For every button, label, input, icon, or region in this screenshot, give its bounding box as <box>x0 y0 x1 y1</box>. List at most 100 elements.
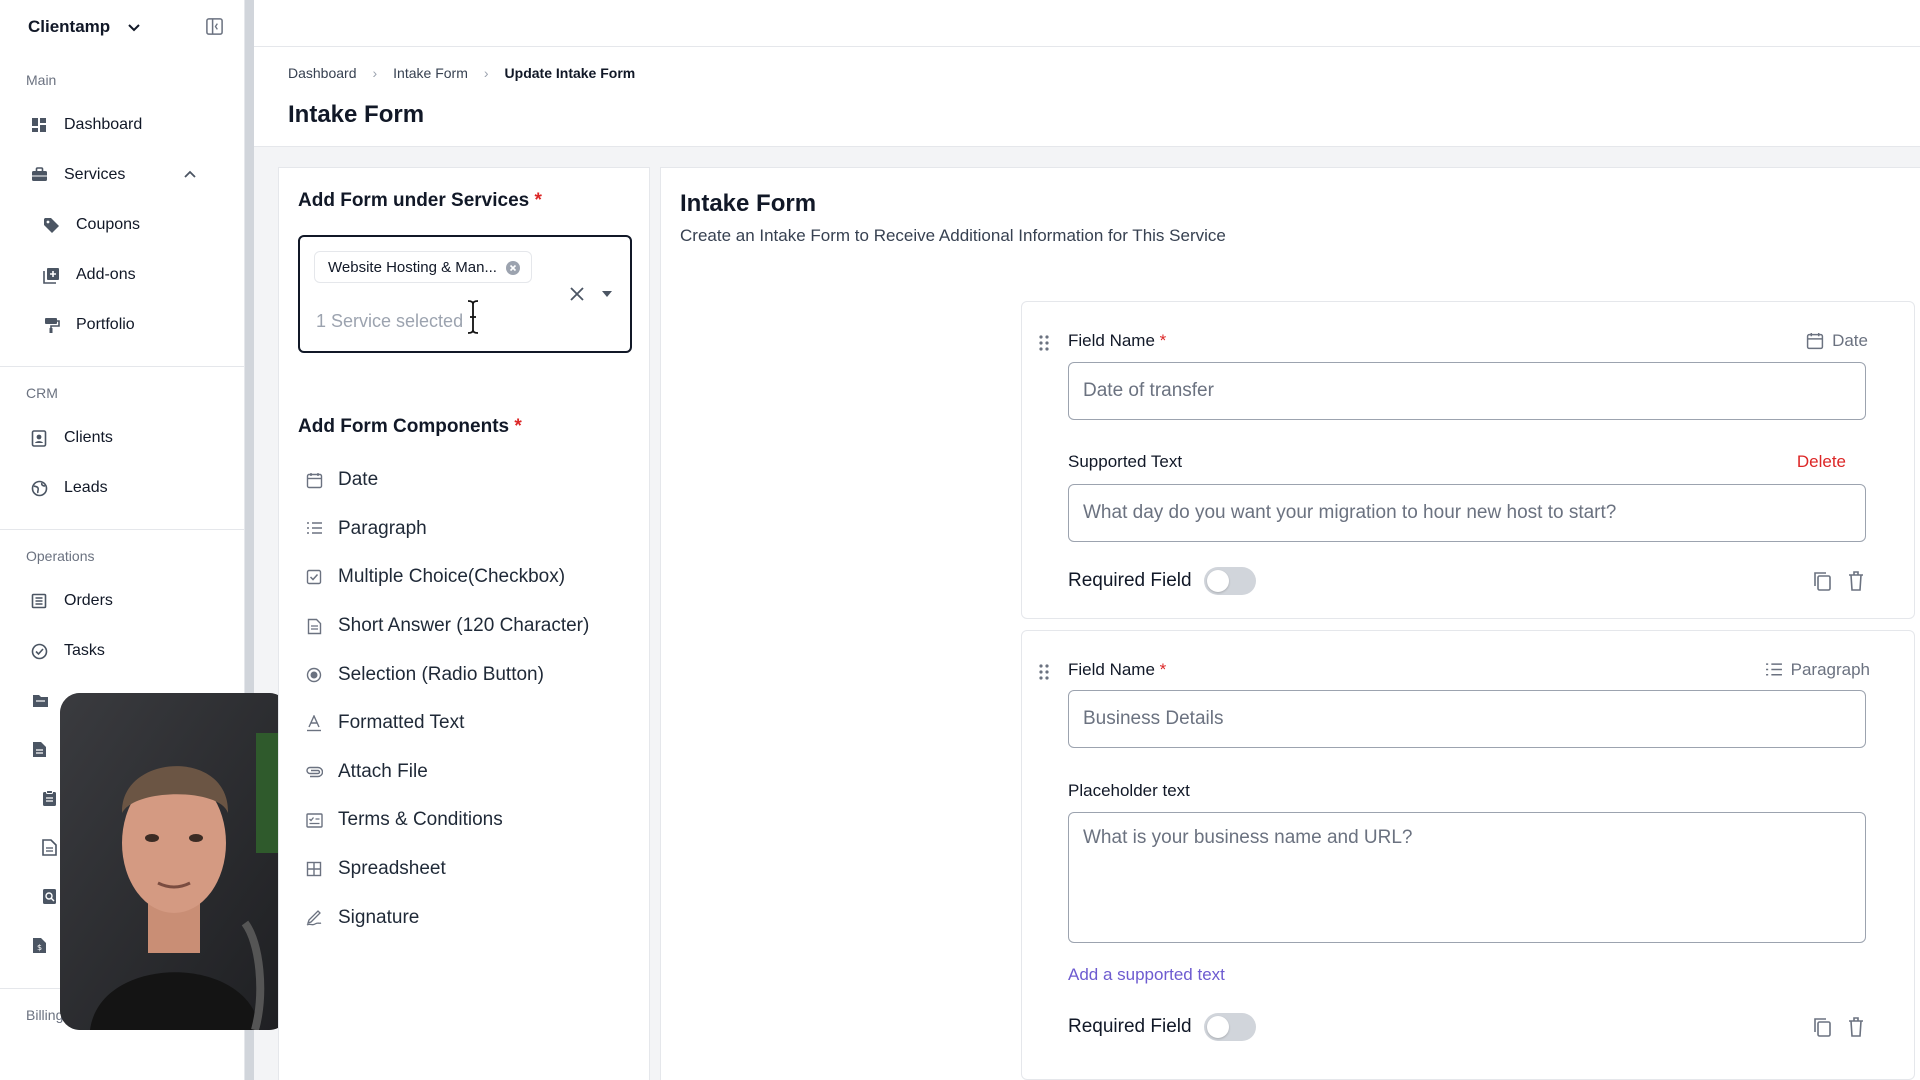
remove-chip-icon[interactable] <box>505 260 521 276</box>
sidebar-divider <box>0 366 244 367</box>
search-document-icon <box>43 889 56 904</box>
supported-text-label: Supported Text <box>1068 452 1183 471</box>
page-header: Dashboard › Intake Form › Update Intake … <box>254 47 1920 147</box>
placeholder-text-label: Placeholder text <box>1068 781 1190 800</box>
trash-icon[interactable] <box>1846 570 1866 592</box>
required-mark: * <box>534 190 542 211</box>
tag-icon <box>42 216 60 234</box>
dropdown-arrow-icon[interactable] <box>600 289 614 299</box>
clipboard-icon <box>43 790 56 806</box>
required-toggle[interactable] <box>1203 567 1256 595</box>
text-cursor-icon <box>467 300 479 334</box>
field-card-date: Field Name * Date Date of transfer Suppo… <box>1021 301 1915 619</box>
top-bar <box>254 0 1920 47</box>
field-name-input[interactable]: Date of transfer <box>1068 362 1866 420</box>
breadcrumb-item-intake-form[interactable]: Intake Form <box>393 65 468 81</box>
document-icon <box>33 742 46 757</box>
document-icon <box>305 617 323 635</box>
component-formatted-text[interactable]: Formatted Text <box>305 699 635 748</box>
chevron-up-icon[interactable] <box>182 167 198 183</box>
section-label-main: Main <box>26 72 57 88</box>
component-attach-file[interactable]: Attach File <box>305 748 635 797</box>
card-actions <box>1812 1016 1866 1038</box>
field-type-indicator: Paragraph <box>1765 660 1870 680</box>
trash-icon[interactable] <box>1846 1016 1866 1038</box>
field-name-label: Field Name * <box>1068 331 1167 350</box>
workspace-switcher[interactable]: Clientamp <box>0 0 244 54</box>
required-field-row: Required Field <box>1068 1013 1256 1041</box>
component-radio[interactable]: Selection (Radio Button) <box>305 650 635 699</box>
builder-subtitle: Create an Intake Form to Receive Additio… <box>680 226 1226 245</box>
list-icon <box>30 592 48 610</box>
globe-icon <box>30 479 48 497</box>
drag-handle-icon[interactable] <box>1038 663 1050 681</box>
breadcrumb-item-dashboard[interactable]: Dashboard <box>288 65 357 81</box>
component-signature[interactable]: Signature <box>305 893 635 942</box>
builder-title: Intake Form <box>680 190 817 217</box>
field-name-input[interactable]: Business Details <box>1068 690 1866 748</box>
sidebar-item-label: Portfolio <box>76 316 135 333</box>
sidebar-item-add-ons[interactable]: Add-ons <box>0 250 244 300</box>
component-paragraph[interactable]: Paragraph <box>305 505 635 554</box>
sidebar-item-label: Coupons <box>76 216 141 233</box>
sidebar-item-orders[interactable]: Orders <box>0 576 244 626</box>
section-label-crm: CRM <box>26 385 58 401</box>
chevron-down-icon <box>128 24 140 32</box>
breadcrumb-separator-icon: › <box>483 65 489 81</box>
section-label-operations: Operations <box>26 548 95 564</box>
drag-handle-icon[interactable] <box>1038 334 1050 352</box>
webcam-overlay <box>60 693 289 1030</box>
invoice-icon <box>42 839 57 856</box>
component-date[interactable]: Date <box>305 456 635 505</box>
chip-label: Website Hosting & Man... <box>328 258 497 276</box>
sidebar-item-label: Add-ons <box>76 266 136 283</box>
add-supported-text-link[interactable]: Add a supported text <box>1068 965 1225 985</box>
breadcrumb-separator-icon: › <box>372 65 378 81</box>
supported-text-input[interactable]: What day do you want your migration to h… <box>1068 484 1866 542</box>
app-name: Clientamp <box>28 17 111 36</box>
clear-icon[interactable] <box>568 285 586 303</box>
checkbox-icon <box>305 568 323 586</box>
sidebar-item-dashboard[interactable]: Dashboard <box>0 100 244 150</box>
check-circle-icon <box>30 642 48 660</box>
sidebar-item-services[interactable]: Services <box>0 150 244 200</box>
presenter-video-image <box>60 693 289 1030</box>
sidebar-item-tasks[interactable]: Tasks <box>0 626 244 676</box>
delete-supported-text-button[interactable]: Delete <box>1797 452 1846 472</box>
form-builder-panel: Intake Form Create an Intake Form to Rec… <box>660 167 1920 1080</box>
sidebar-item-label: Tasks <box>64 642 105 659</box>
placeholder-textarea[interactable]: What is your business name and URL? <box>1068 812 1866 943</box>
toggle-knob <box>1206 1016 1229 1038</box>
component-checkbox[interactable]: Multiple Choice(Checkbox) <box>305 553 635 602</box>
page-title: Intake Form <box>288 101 425 128</box>
sidebar-item-leads[interactable]: Leads <box>0 463 244 513</box>
grid-icon <box>30 116 48 134</box>
terms-icon <box>305 811 323 829</box>
paragraph-icon <box>1765 663 1782 676</box>
sidebar-item-label: Leads <box>64 479 108 496</box>
table-icon <box>305 860 323 878</box>
sidebar-collapse-icon[interactable] <box>205 17 224 36</box>
paragraph-icon <box>305 520 323 538</box>
copy-icon[interactable] <box>1812 570 1832 592</box>
radio-icon <box>305 666 323 684</box>
component-list: Date Paragraph Multiple Choice(Checkbox)… <box>305 456 635 942</box>
component-short-answer[interactable]: Short Answer (120 Character) <box>305 602 635 651</box>
sidebar-item-coupons[interactable]: Coupons <box>0 200 244 250</box>
required-toggle[interactable] <box>1203 1013 1256 1041</box>
services-multiselect[interactable]: Website Hosting & Man... 1 Service selec… <box>298 235 632 353</box>
component-spreadsheet[interactable]: Spreadsheet <box>305 845 635 894</box>
copy-icon[interactable] <box>1812 1016 1832 1038</box>
breadcrumb: Dashboard › Intake Form › Update Intake … <box>288 65 635 81</box>
calendar-icon <box>305 471 323 489</box>
text-format-icon <box>305 714 323 732</box>
selection-summary: 1 Service selected <box>316 311 464 331</box>
sidebar-item-clients[interactable]: Clients <box>0 413 244 463</box>
component-terms[interactable]: Terms & Conditions <box>305 796 635 845</box>
card-actions <box>1812 570 1866 592</box>
sidebar-item-label: Clients <box>64 429 113 446</box>
sidebar-item-portfolio[interactable]: Portfolio <box>0 300 244 350</box>
components-section-title: Add Form Components * <box>298 416 522 437</box>
required-field-row: Required Field <box>1068 567 1256 595</box>
field-name-label: Field Name * <box>1068 660 1167 679</box>
